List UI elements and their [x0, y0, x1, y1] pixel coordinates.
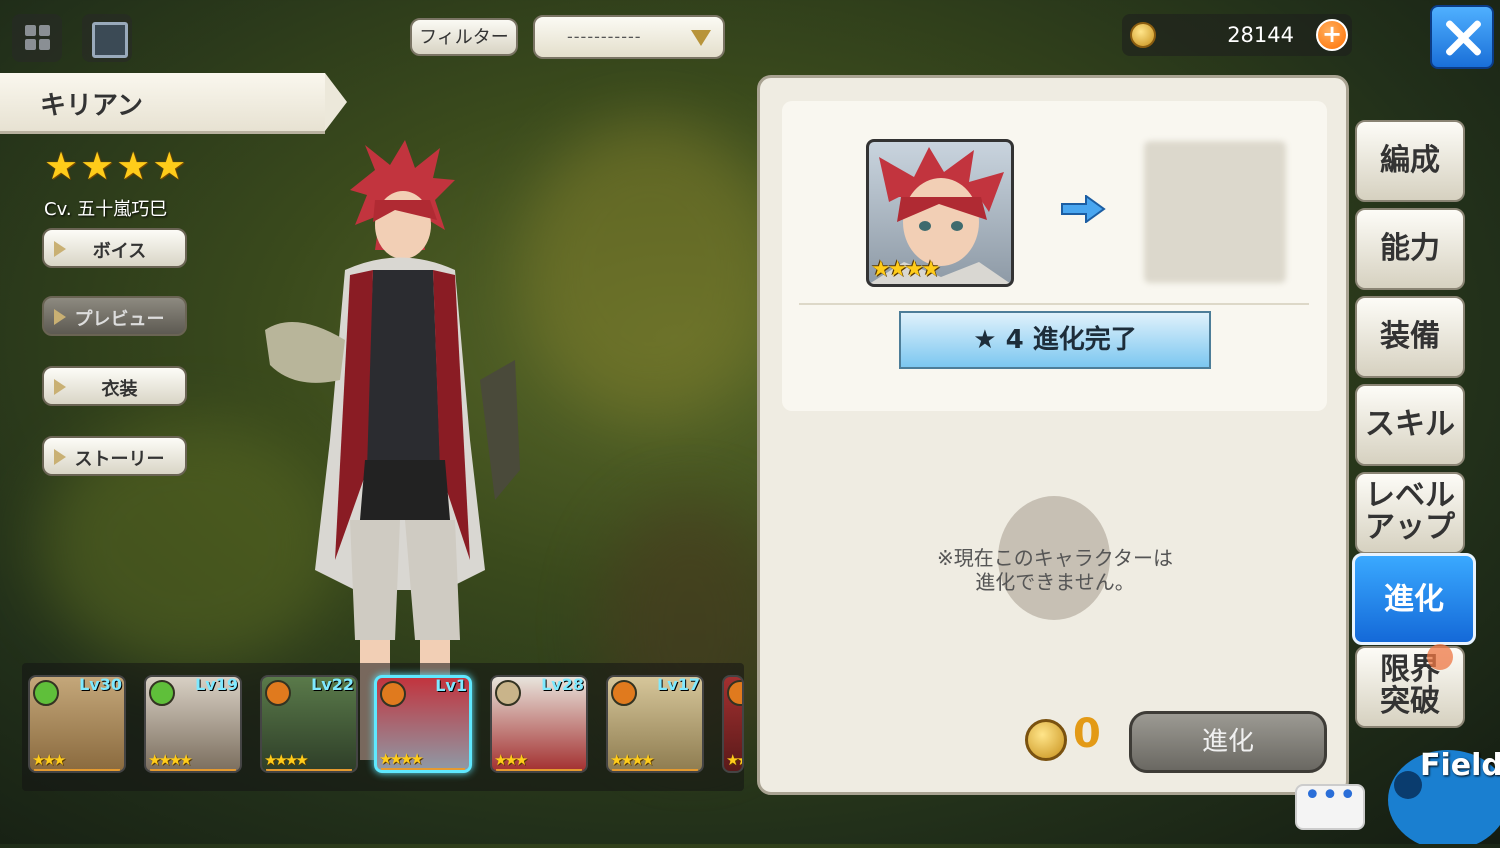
evolution-cost: 0: [1073, 711, 1101, 757]
roster-slot[interactable]: Lv17 ★★★★: [606, 675, 704, 773]
voice-button[interactable]: ボイス: [42, 228, 187, 268]
element-icon: [265, 680, 291, 706]
notice-line-2: 進化できません。: [975, 570, 1135, 594]
tab-formation[interactable]: 編成: [1355, 120, 1465, 202]
character-name: キリアン: [40, 91, 143, 121]
preview-button[interactable]: プレビュー: [42, 296, 187, 336]
filter-dropdown-value: -----------: [567, 27, 642, 46]
evolution-status: ★ 4 進化完了: [899, 311, 1211, 369]
grid-view-button[interactable]: [12, 14, 62, 62]
element-icon: [380, 681, 406, 707]
field-button[interactable]: Field: [1378, 740, 1500, 848]
costume-button[interactable]: 衣装: [42, 366, 187, 406]
roster-slot[interactable]: Lv28 ★★★: [490, 675, 588, 773]
evolution-notice: ※現在このキャラクターは 進化できません。: [880, 546, 1230, 594]
element-icon: [727, 680, 742, 706]
element-icon: [495, 680, 521, 706]
roster-slot[interactable]: Lv22 ★★★★: [260, 675, 358, 773]
currency-display: 28144 +: [1122, 14, 1352, 56]
element-icon: [33, 680, 59, 706]
cost-coin-icon: [1025, 719, 1067, 761]
background-blur: [520, 120, 780, 420]
single-view-button[interactable]: [82, 14, 132, 62]
tab-limit-break[interactable]: 限界 突破: [1355, 644, 1465, 728]
element-icon: [149, 680, 175, 706]
rarity-stars: ★★★★: [44, 144, 189, 188]
roster-slot-selected[interactable]: Lv1 ★★★★: [374, 675, 472, 773]
filter-button[interactable]: フィルター: [410, 18, 518, 56]
tab-evolution[interactable]: 進化: [1352, 553, 1476, 645]
roster-slot[interactable]: Lv19 ★★★★: [144, 675, 242, 773]
character-portrait[interactable]: ★★★★: [866, 139, 1014, 287]
roster-slot-partial[interactable]: ★★: [722, 675, 744, 773]
notice-line-1: ※現在このキャラクターは: [937, 546, 1173, 570]
portrait-stars: ★★★★: [871, 257, 941, 282]
evolve-button[interactable]: 進化: [1129, 711, 1327, 773]
tab-ability[interactable]: 能力: [1355, 208, 1465, 290]
coin-icon: [1130, 22, 1156, 48]
character-roster: Lv30 ★★★ Lv19 ★★★★ Lv22 ★★★★ Lv1 ★★★★ Lv…: [22, 663, 744, 791]
chevron-down-icon: [691, 30, 711, 46]
arrow-right-icon: [1061, 195, 1106, 223]
field-label: Field: [1420, 748, 1500, 783]
story-button[interactable]: ストーリー: [42, 436, 187, 476]
roster-slot[interactable]: Lv30 ★★★: [28, 675, 126, 773]
tab-equipment[interactable]: 装備: [1355, 296, 1465, 378]
tab-skill[interactable]: スキル: [1355, 384, 1465, 466]
add-currency-button[interactable]: +: [1316, 19, 1348, 51]
evolved-portrait-placeholder: [1144, 141, 1286, 283]
currency-amount: 28144: [1227, 23, 1294, 47]
filter-dropdown[interactable]: -----------: [533, 15, 725, 59]
divider: [799, 303, 1309, 305]
character-name-banner: キリアン: [0, 73, 347, 134]
notification-badge: [1427, 644, 1453, 670]
close-button[interactable]: [1430, 5, 1494, 69]
evolution-panel: ★★★★ ★ 4 進化完了 ※現在このキャラクターは 進化できません。 0 進化: [757, 75, 1349, 795]
square-icon: [92, 22, 128, 58]
evolution-preview-box: ★★★★ ★ 4 進化完了: [782, 101, 1327, 411]
element-icon: [611, 680, 637, 706]
tab-level-up[interactable]: レベル アップ: [1355, 472, 1465, 554]
chat-button[interactable]: •••: [1295, 781, 1365, 830]
voice-actor-label: Cv. 五十嵐巧巳: [44, 199, 168, 220]
